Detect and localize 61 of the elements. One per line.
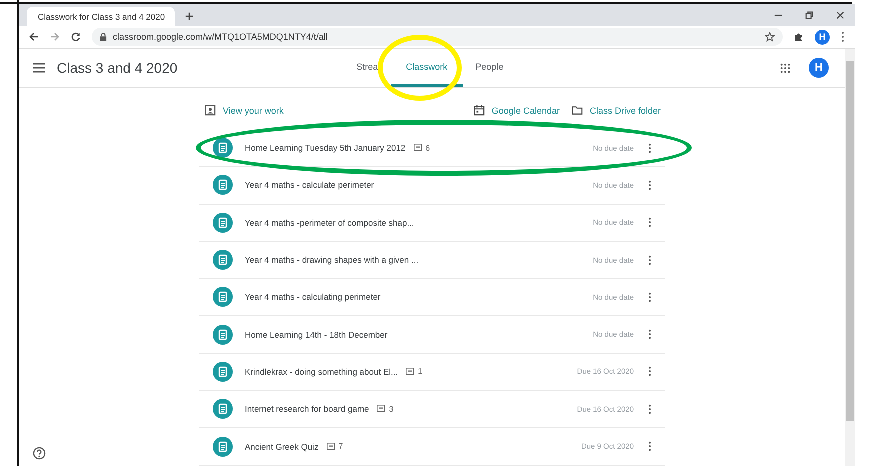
address-field[interactable]: classroom.google.com/w/MTQ1OTA5MDQ1NTY4/t/all — [92, 28, 783, 46]
assignment-icon — [213, 399, 233, 420]
browser-tab[interactable]: Classwork for Class 3 and 4 2020 — [27, 7, 175, 26]
menu-icon[interactable] — [33, 63, 45, 73]
more-icon[interactable] — [648, 329, 652, 340]
more-icon[interactable] — [648, 142, 652, 154]
comment-count: 7 — [338, 442, 344, 452]
more-icon[interactable] — [648, 180, 652, 191]
comment-count: 6 — [426, 144, 430, 153]
person-badge-icon — [205, 105, 216, 116]
lock-icon — [100, 32, 107, 42]
comment-count: 3 — [389, 404, 394, 414]
more-icon[interactable] — [648, 292, 652, 303]
help-icon[interactable] — [33, 447, 46, 460]
assignment-title: Home Learning Tuesday 5th January 2012 — [245, 143, 406, 154]
assignment-icon — [213, 324, 233, 345]
more-icon[interactable] — [648, 366, 652, 378]
comment-count: 1 — [418, 367, 423, 376]
course-title: Class 3 and 4 2020 — [57, 60, 178, 76]
assignment-icon — [213, 138, 233, 158]
back-icon[interactable] — [29, 32, 39, 42]
assignment-icon — [213, 436, 233, 457]
assignment-icon — [213, 212, 233, 233]
assignment-title: Year 4 maths - drawing shapes with a given ... — [245, 255, 419, 266]
close-icon[interactable] — [836, 10, 845, 20]
folder-icon — [572, 105, 583, 116]
calendar-link[interactable]: Google Calendar — [474, 105, 560, 116]
more-icon[interactable] — [648, 441, 652, 452]
scrollbar[interactable] — [846, 61, 854, 421]
assignment-title: Home Learning 14th - 18th December — [245, 330, 388, 340]
assignment-title: Year 4 maths - calculate perimeter — [245, 180, 374, 190]
assignment-title: Krindlekrax - doing something about El... — [245, 366, 398, 377]
view-work-link[interactable]: View your work — [205, 105, 284, 116]
more-icon[interactable] — [841, 31, 845, 43]
nav-tab[interactable]: People — [462, 49, 517, 87]
calendar-icon — [474, 105, 485, 116]
assignment-title: Year 4 maths - calculating perimeter — [245, 292, 381, 302]
assignment-title: Internet research for board game — [245, 404, 370, 414]
comment-icon — [326, 442, 335, 451]
assignment-title: Ancient Greek Quiz — [245, 442, 319, 452]
comment-icon — [414, 144, 422, 152]
comment-icon — [377, 405, 386, 414]
more-icon[interactable] — [648, 217, 652, 228]
assignment-icon — [213, 175, 233, 196]
assignment-title: Year 4 maths -perimeter of composite shap... — [245, 218, 414, 228]
star-icon[interactable] — [765, 32, 775, 42]
apps-grid-icon[interactable] — [780, 62, 791, 74]
new-tab-icon[interactable] — [185, 12, 194, 21]
puzzle-icon[interactable] — [794, 32, 804, 42]
assignment-icon — [213, 362, 233, 382]
user-avatar[interactable]: H — [809, 58, 829, 78]
reload-icon[interactable] — [71, 32, 81, 42]
restore-icon[interactable] — [805, 10, 814, 20]
assignment-icon — [213, 250, 233, 270]
comment-icon — [406, 368, 414, 376]
profile-avatar[interactable]: H — [815, 30, 830, 44]
assignment-icon — [213, 287, 233, 308]
more-icon[interactable] — [648, 404, 652, 415]
nav-tab[interactable]: Classwork — [391, 49, 463, 87]
drive-folder-link[interactable]: Class Drive folder — [572, 105, 661, 116]
more-icon[interactable] — [648, 254, 652, 266]
